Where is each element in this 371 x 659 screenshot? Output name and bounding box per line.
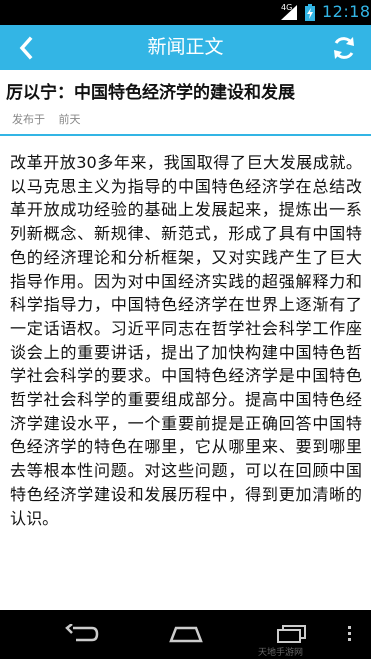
app-bar: 新闻正文 bbox=[0, 25, 371, 70]
status-bar: 4G 12:18 bbox=[0, 0, 371, 25]
back-button[interactable] bbox=[8, 31, 44, 65]
signal-icon bbox=[281, 5, 297, 20]
back-icon bbox=[65, 624, 99, 642]
publish-time: 前天 bbox=[58, 113, 81, 126]
home-icon bbox=[169, 626, 203, 643]
watermark: 天地手游网 bbox=[258, 648, 304, 658]
nav-menu-button[interactable] bbox=[338, 616, 362, 652]
article-body: 改革开放30多年来，我国取得了巨大发展成就。以马克思主义为指导的中国特色经济学在… bbox=[10, 153, 362, 528]
overflow-menu-icon bbox=[348, 626, 351, 641]
page-title: 新闻正文 bbox=[147, 36, 224, 58]
article-meta: 发布于 前天 bbox=[12, 111, 91, 127]
nav-back-button[interactable] bbox=[52, 616, 112, 652]
publish-label: 发布于 bbox=[12, 113, 45, 126]
refresh-icon bbox=[334, 37, 354, 59]
clock: 12:18 bbox=[322, 2, 371, 21]
nav-home-button[interactable] bbox=[156, 616, 216, 652]
system-nav-bar bbox=[0, 610, 371, 659]
refresh-button[interactable] bbox=[326, 31, 362, 65]
recents-icon bbox=[277, 625, 306, 643]
back-arrow-icon bbox=[19, 36, 33, 60]
header-divider bbox=[0, 134, 371, 136]
article-headline: 厉以宁：中国特色经济学的建设和发展 bbox=[6, 83, 295, 103]
battery-charging-icon bbox=[305, 4, 315, 21]
